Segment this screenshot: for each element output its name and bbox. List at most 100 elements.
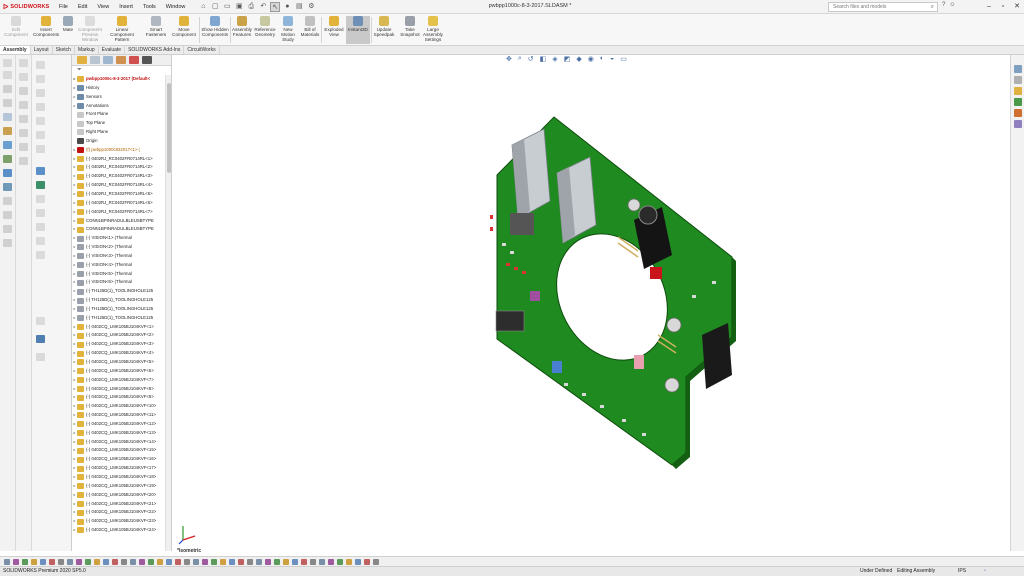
tree-item[interactable]: ▸ CONN1BPINRADULBLEUSBTYPE	[72, 217, 165, 226]
bottom-tool-icon[interactable]	[139, 559, 145, 565]
tool-icon[interactable]	[36, 117, 45, 125]
tab-assembly[interactable]: Assembly	[0, 46, 31, 54]
tree-item[interactable]: ▸ (-) VISION<1> (Thermal	[72, 234, 165, 243]
bottom-tool-icon[interactable]	[148, 559, 154, 565]
tab-markup[interactable]: Markup	[75, 46, 99, 54]
bottom-tool-icon[interactable]	[265, 559, 271, 565]
tool-icon[interactable]	[3, 85, 12, 93]
bottom-tool-icon[interactable]	[130, 559, 136, 565]
graphics-area[interactable]: ✥ ⌕ ↺ ◧ ◈ ◩ ◆ ◉ ◐ ◒ ▭ *Isometric	[172, 55, 1010, 554]
tree-item[interactable]: ▸ (-) 0402RJ_RC0402FR0714RL<2>	[72, 163, 165, 172]
instant3d-button[interactable]: Instant3D	[346, 16, 370, 44]
bottom-tool-icon[interactable]	[274, 559, 280, 565]
solidworks-logo[interactable]: ᐅ SOLIDWORKS	[0, 3, 54, 11]
bottom-tool-icon[interactable]	[301, 559, 307, 565]
bottom-tool-icon[interactable]	[310, 559, 316, 565]
show-hidden-components-button[interactable]: Show Hidden Components	[200, 16, 230, 37]
home-icon[interactable]: ⌂	[198, 2, 208, 12]
bottom-tool-icon[interactable]	[76, 559, 82, 565]
tree-scrollbar[interactable]	[165, 75, 171, 551]
tool-icon[interactable]	[3, 127, 12, 135]
bottom-tool-icon[interactable]	[58, 559, 64, 565]
linear-component-pattern-button[interactable]: Linear Component Pattern	[104, 16, 140, 42]
restore-icon[interactable]: ▫	[996, 0, 1010, 14]
feature-manager-tab-icon[interactable]	[77, 56, 87, 64]
solidworks-resources-icon[interactable]	[1013, 65, 1022, 73]
bottom-tool-icon[interactable]	[22, 559, 28, 565]
tree-item[interactable]: ▸ (-) 0402CQ_LMK105BJ104KVF<5>	[72, 358, 165, 367]
tree-item[interactable]: ▸ (-) VISION<3> (Thermal	[72, 252, 165, 261]
tool-icon[interactable]	[36, 317, 45, 325]
bottom-tool-icon[interactable]	[175, 559, 181, 565]
tree-item[interactable]: ▸ (-) 0402CQ_LMK105BJ104KVF<17>	[72, 464, 165, 473]
tree-item[interactable]: ▸ (-) 0402CQ_LMK105BJ104KVF<20>	[72, 491, 165, 500]
tool-icon[interactable]	[36, 251, 45, 259]
tree-item[interactable]: ▸ (-) 0402CQ_LMK105BJ104KVF<23>	[72, 517, 165, 526]
tree-item[interactable]: ▸ (-) 0402CQ_LMK105BJ104KVF<7>	[72, 376, 165, 385]
tree-item[interactable]: ▸ (-) VISION<6> (Thermal	[72, 278, 165, 287]
tree-item[interactable]: Top Plane	[72, 119, 165, 128]
undo-icon[interactable]: ↶	[258, 2, 268, 12]
options-icon[interactable]: ⚙	[306, 2, 316, 12]
tree-item[interactable]: ▸ (-) 0402RJ_RC0402FR0714RL<3>	[72, 172, 165, 181]
tree-item[interactable]: ▸ (-) TH125D(1)_TOOLINGHOLE125	[72, 305, 165, 314]
tree-root-assembly[interactable]: ▸ pwbpp1000c-8-3-2017 (Default<	[72, 75, 165, 84]
tool-icon[interactable]	[19, 143, 28, 151]
tree-item[interactable]: ▸ (-) 0402CQ_LMK105BJ104KVF<1>	[72, 323, 165, 332]
units-selector[interactable]: IPS	[958, 567, 966, 576]
bottom-tool-icon[interactable]	[247, 559, 253, 565]
tool-icon[interactable]	[36, 145, 45, 153]
bottom-tool-icon[interactable]	[184, 559, 190, 565]
tab-evaluate[interactable]: Evaluate	[99, 46, 126, 54]
bottom-tool-icon[interactable]	[121, 559, 127, 565]
close-icon[interactable]: ✕	[1010, 0, 1024, 14]
bottom-tool-icon[interactable]	[166, 559, 172, 565]
new-icon[interactable]: ▢	[210, 2, 220, 12]
tree-item[interactable]: ▸ (-) TH125D(1)_TOOLINGHOLE125	[72, 296, 165, 305]
tool-icon[interactable]	[19, 73, 28, 81]
tool-icon[interactable]	[19, 129, 28, 137]
tree-item[interactable]: ▸ (f) pwbpp1000c832017<1> (	[72, 146, 165, 155]
file-explorer-icon[interactable]	[1013, 87, 1022, 95]
bottom-tool-icon[interactable]	[157, 559, 163, 565]
tool-icon[interactable]	[36, 353, 45, 361]
assembly-features-button[interactable]: Assembly Features	[231, 16, 253, 37]
tree-item[interactable]: ▸ (-) 0402CQ_LMK105BJ104KVF<21>	[72, 500, 165, 509]
menu-edit[interactable]: Edit	[73, 4, 92, 10]
open-icon[interactable]: ▭	[222, 2, 232, 12]
minimize-icon[interactable]: –	[982, 0, 996, 14]
tool-icon[interactable]	[3, 169, 12, 177]
bottom-tool-icon[interactable]	[112, 559, 118, 565]
configuration-manager-tab-icon[interactable]	[103, 56, 113, 64]
new-motion-study-button[interactable]: New Motion Study	[278, 16, 298, 42]
tool-icon[interactable]	[36, 131, 45, 139]
status-icon[interactable]: ◔	[983, 567, 986, 576]
update-speedpak-button[interactable]: Update Speedpak	[372, 16, 396, 37]
component-preview-window-button[interactable]: Component Preview Window	[76, 16, 104, 42]
save-icon[interactable]: ▣	[234, 2, 244, 12]
reference-geometry-button[interactable]: Reference Geometry	[253, 16, 277, 37]
tool-icon[interactable]	[36, 209, 45, 217]
bottom-tool-icon[interactable]	[337, 559, 343, 565]
tab-solidworks-add-ins[interactable]: SOLIDWORKS Add-Ins	[125, 46, 185, 54]
tool-icon[interactable]	[19, 59, 28, 67]
bottom-tool-icon[interactable]	[328, 559, 334, 565]
smart-fasteners-button[interactable]: Smart Fasteners	[142, 16, 170, 37]
bottom-tool-icon[interactable]	[202, 559, 208, 565]
bottom-tool-icon[interactable]	[4, 559, 10, 565]
tree-item[interactable]: ▸ CONN1BPINRADULBLEUSBTYPE	[72, 225, 165, 234]
user-icon[interactable]: ☺	[949, 2, 955, 8]
filter-icon[interactable]: ⏷	[72, 66, 171, 74]
tree-item[interactable]: Right Plane	[72, 128, 165, 137]
bottom-tool-icon[interactable]	[211, 559, 217, 565]
bottom-tool-icon[interactable]	[256, 559, 262, 565]
bottom-tool-icon[interactable]	[103, 559, 109, 565]
dimxpert-tab-icon[interactable]	[116, 56, 126, 64]
bottom-tool-icon[interactable]	[292, 559, 298, 565]
tree-item[interactable]: ▸ (-) VISION<4> (Thermal	[72, 261, 165, 270]
tree-item[interactable]: Origin	[72, 137, 165, 146]
exploded-view-button[interactable]: Exploded View	[322, 16, 346, 37]
tool-icon[interactable]	[19, 157, 28, 165]
tree-item[interactable]: ▸ (-) 0402CQ_LMK105BJ104KVF<8>	[72, 385, 165, 394]
large-assembly-settings-button[interactable]: Large Assembly Settings	[422, 16, 444, 42]
